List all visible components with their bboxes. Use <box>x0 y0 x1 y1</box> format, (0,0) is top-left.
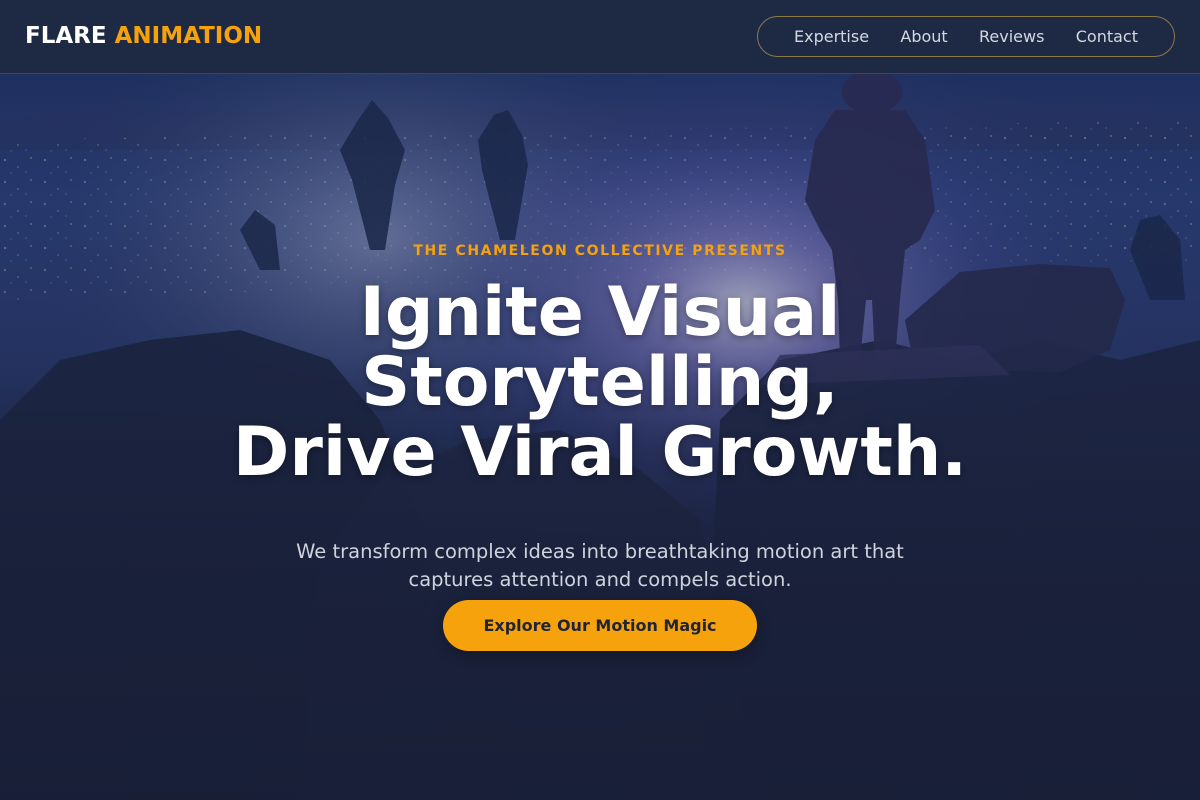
headline-line-1: Ignite Visual <box>359 273 841 352</box>
nav-link-expertise[interactable]: Expertise <box>794 27 869 46</box>
explore-motion-magic-button[interactable]: Explore Our Motion Magic <box>443 600 757 651</box>
site-header: FLARE ANIMATION Expertise About Reviews … <box>0 0 1200 74</box>
landing-page: FLARE ANIMATION Expertise About Reviews … <box>0 0 1200 800</box>
logo-word-animation: ANIMATION <box>114 23 263 49</box>
nav-link-about[interactable]: About <box>900 27 947 46</box>
headline-line-2: Storytelling, <box>361 343 839 422</box>
hero-subtext: We transform complex ideas into breathta… <box>296 539 904 591</box>
site-logo[interactable]: FLARE ANIMATION <box>25 22 262 50</box>
nav-link-reviews[interactable]: Reviews <box>979 27 1044 46</box>
logo-word-flare: FLARE <box>25 23 107 49</box>
main-nav: Expertise About Reviews Contact <box>757 16 1175 57</box>
headline-line-3: Drive Viral Growth. <box>232 413 968 492</box>
hero-headline: Ignite Visual Storytelling, Drive Viral … <box>100 278 1100 488</box>
nav-link-contact[interactable]: Contact <box>1076 27 1138 46</box>
hero-eyebrow: THE CHAMELEON COLLECTIVE PRESENTS <box>413 243 787 259</box>
